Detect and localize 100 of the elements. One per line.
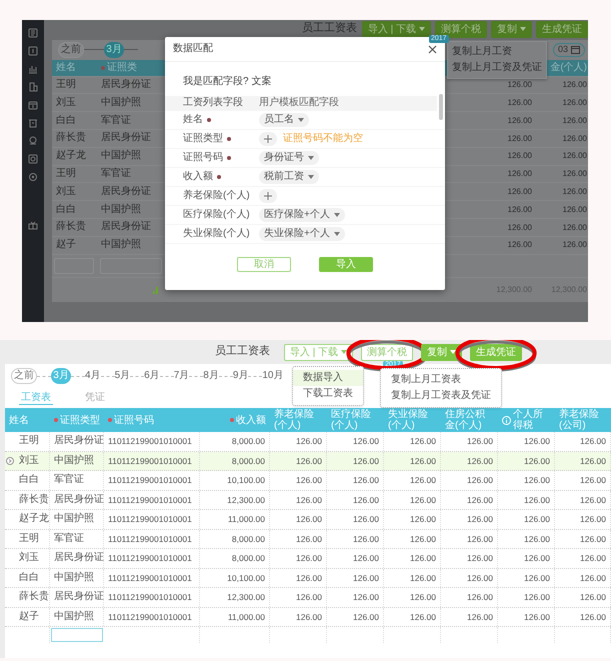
table-cell: 126.00 [467,475,493,486]
month-step[interactable]: 9月 [232,370,248,382]
menu-item[interactable]: 下载工资表 [293,386,363,402]
caret-icon [308,175,314,179]
table-cell: 126.00 [353,514,379,524]
table-cell: 王明 [19,532,39,545]
nav-icon[interactable] [28,28,38,38]
table-cell: 居民身份证 [101,186,151,198]
table-cell: 11,000.00 [228,514,265,524]
month-step[interactable]: 5月 [114,370,130,382]
close-icon[interactable] [428,44,437,54]
nav-icon[interactable] [28,172,38,182]
table-cell: 刘玉 [19,552,39,564]
nav-icon[interactable] [28,64,38,74]
tab[interactable]: 工资表 [19,392,53,404]
nav-icon[interactable] [28,154,38,164]
table-cell: 126.00 [562,204,587,214]
button[interactable]: 导入 | 下载 [284,344,354,360]
select-field[interactable]: 医疗保险+个人 [259,208,345,222]
table-cell: 126.00 [296,534,322,544]
table-cell: 126.00 [410,475,436,486]
select-field[interactable]: 员工名 [259,113,309,127]
scrollbar-thumb[interactable] [439,94,443,120]
table-cell: 8,000.00 [232,436,265,446]
tab[interactable]: 凭证 [83,392,107,404]
month-step[interactable]: 4月 [85,370,101,382]
nav-icon[interactable] [28,118,38,128]
table-cell: 8,000.00 [232,553,265,564]
table-cell: 126.00 [562,116,587,126]
month-step[interactable]: 10月 [262,370,284,382]
caret-icon [520,27,526,31]
table-cell: 110112199001010001 [108,572,192,583]
month-step[interactable]: 8月 [203,370,219,382]
table-cell: 126.00 [467,456,493,466]
table-cell: 居民身份证 [101,221,151,234]
month-step[interactable]: 3月 [104,42,124,58]
button[interactable]: 生成凭证 [536,20,588,38]
month-step[interactable]: 之前 [58,42,84,58]
page-title: 员工工资表 [215,345,270,359]
table-cell: 126.00 [508,222,532,232]
table-cell: 126.00 [353,612,379,622]
column-header: 住房公积金(个人) [445,409,486,431]
field-label: 收入额 [183,171,213,183]
menu-item[interactable]: 复制上月工资表 [381,372,501,388]
table-cell: 126.00 [562,98,587,108]
month-step[interactable]: 6月 [144,370,160,382]
nav-icon[interactable] [28,100,38,110]
menu-item[interactable]: 复制上月工资表及凭证 [381,388,501,404]
table-cell: 126.00 [508,80,532,90]
table-cell: 126.00 [410,553,436,564]
button[interactable]: 测算个税 [361,344,414,360]
column-header: 姓名 [9,414,29,426]
table-cell: 赵子龙 [19,513,49,526]
calendar-icon [571,45,580,54]
error-text: 证照号码不能为空 [283,133,363,145]
table-cell: 王明 [56,78,76,91]
table-cell: 126.00 [467,534,493,544]
date-field[interactable]: 03 [552,42,585,57]
table-cell: 126.00 [410,612,436,622]
caret-icon [334,232,340,236]
table-cell: 赵子龙 [56,150,86,162]
add-button[interactable] [259,189,277,203]
table-cell: 126.00 [508,186,532,197]
select-field[interactable]: 失业保险+个人 [259,227,345,241]
nav-icon[interactable] [28,46,38,56]
column-header: 金(个人) [550,62,587,74]
column-header: 用户模板匹配字段 [259,97,339,109]
select-field[interactable]: 身份证号 [259,151,319,165]
menu-item[interactable]: 复制上月工资 [448,44,546,60]
month-step[interactable]: 之前 [11,368,37,384]
month-step[interactable]: 7月 [174,370,190,382]
button[interactable]: 取消 [237,257,291,272]
table-cell: 126.00 [467,572,493,583]
table-cell: 126.00 [353,553,379,564]
table-cell: 白白 [56,204,76,216]
caret-icon [334,213,340,217]
button[interactable]: 生成凭证 [470,344,522,360]
add-button[interactable] [259,132,277,146]
button[interactable]: 复制 [491,20,532,38]
gift-icon[interactable] [28,220,38,230]
plus-icon [264,192,272,200]
table-cell: 126.00 [524,514,550,524]
table-cell: 白白 [19,572,39,584]
empty-cell [100,258,162,274]
nav-icon[interactable] [28,136,38,146]
input-field[interactable] [51,628,103,642]
month-step[interactable]: 3月 [51,368,71,384]
nav-icon[interactable] [28,82,38,92]
menu-item[interactable]: 复制上月工资及凭证 [448,60,546,76]
table-cell: 居民身份证 [54,591,104,604]
menu-item[interactable]: 数据导入 [293,370,363,386]
table-cell: 126.00 [410,572,436,583]
field-label: 证照号码 [183,152,223,164]
table-cell: 126.00 [353,475,379,486]
table-cell: 居民身份证 [101,78,151,91]
table-cell: 薛长贵 [56,132,86,144]
button[interactable]: 导入 | 下载 [362,20,431,38]
button[interactable]: 导入 [319,257,373,272]
select-field[interactable]: 税前工资 [259,170,319,184]
column-header: 养老保险(个人) [274,409,315,431]
